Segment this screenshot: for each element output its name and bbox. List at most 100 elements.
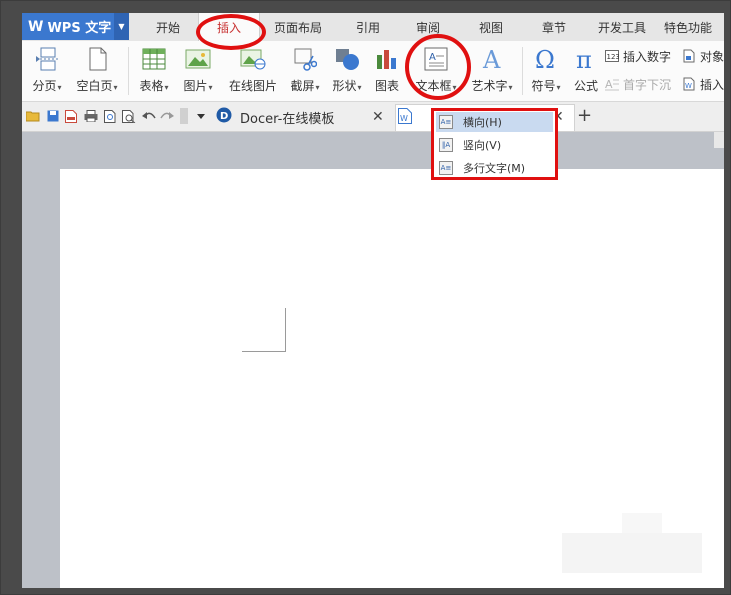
textbox-label: 文本框 [415, 79, 452, 93]
chevron-down-icon: ▾ [556, 83, 561, 92]
page-break-button[interactable]: 分页▾ [26, 43, 68, 97]
chevron-down-icon: ▾ [57, 83, 62, 92]
ribbon-divider [522, 47, 523, 95]
object-button[interactable]: 对象 [682, 47, 724, 65]
blank-page-label: 空白页 [76, 79, 113, 93]
shape-label: 形状 [332, 79, 357, 93]
textbox-button[interactable]: A 文本框▾ [410, 43, 462, 97]
online-picture-label: 在线图片 [228, 79, 277, 93]
redo-icon[interactable] [160, 109, 174, 123]
textbox-icon: A [422, 45, 450, 73]
chevron-down-icon: ▾ [113, 83, 118, 92]
chart-button[interactable]: 图表 [372, 43, 402, 97]
wordart-button[interactable]: A 艺术字▾ [467, 43, 517, 97]
save-icon[interactable] [46, 109, 60, 123]
print-icon[interactable] [84, 109, 98, 123]
svg-text:A: A [605, 78, 613, 91]
quick-access-toolbar: D Docer-在线模板 ✕ W ✕ + [22, 102, 724, 132]
svg-text:π: π [576, 46, 592, 72]
dropcap-label: 首字下沉 [623, 77, 672, 92]
chevron-down-icon[interactable]: ▼ [114, 13, 129, 40]
export-pdf-icon[interactable] [64, 109, 78, 123]
screenshot-label: 截屏 [290, 79, 315, 93]
undo-icon[interactable] [142, 109, 156, 123]
formula-button[interactable]: π 公式 [570, 43, 602, 97]
number-icon: 123 [605, 49, 619, 63]
dropcap-button[interactable]: A 首字下沉 [605, 75, 671, 93]
customize-toolbar-icon[interactable] [194, 109, 208, 123]
page-break-label: 分页 [32, 79, 57, 93]
insert-number-button[interactable]: 123 插入数字 [605, 47, 671, 65]
insert-ribbon: 分页▾ 空白页▾ 表格▾ 图片▾ 在线图片 截屏▾ 形状▾ 图表 A 文本框▾ … [22, 41, 724, 102]
chevron-down-icon: ▾ [357, 83, 362, 92]
docer-logo-icon: D [216, 107, 232, 127]
shapes-icon [333, 45, 361, 73]
wordart-icon: A [478, 45, 506, 73]
ribbon-divider [128, 47, 129, 95]
chevron-down-icon: ▾ [208, 83, 213, 92]
tab-insert[interactable]: 插入 [198, 13, 260, 42]
bar-chart-icon [373, 45, 401, 73]
tab-view[interactable]: 视图 [465, 13, 517, 41]
chart-label: 图表 [374, 79, 399, 93]
multiline-textbox-icon: A≡ [439, 161, 453, 175]
shape-button[interactable]: 形状▾ [327, 43, 367, 97]
tab-special[interactable]: 特色功能 [664, 13, 724, 41]
page-margin-corner [285, 308, 286, 352]
table-button[interactable]: 表格▾ [134, 43, 174, 97]
online-picture-button[interactable]: 在线图片 [225, 43, 281, 97]
open-folder-icon[interactable] [26, 109, 40, 123]
menu-item-label: 横向(H) [463, 116, 502, 129]
svg-text:A: A [429, 52, 436, 63]
tab-review[interactable]: 审阅 [402, 13, 454, 41]
tab-chapter[interactable]: 章节 [528, 13, 580, 41]
screenshot-frame: W WPS 文字 ▼ 开始 插入 页面布局 引用 审阅 视图 章节 开发工具 特… [0, 0, 731, 595]
insert-more-label: 插入 [700, 77, 724, 92]
menu-item-vertical[interactable]: ‖A 竖向(V) [436, 135, 553, 155]
close-icon[interactable]: ✕ [372, 109, 384, 125]
menu-item-label: 竖向(V) [463, 139, 502, 152]
toolbar-separator [180, 108, 188, 124]
page-break-icon [33, 45, 61, 73]
symbol-button[interactable]: Ω 符号▾ [526, 43, 566, 97]
formula-label: 公式 [573, 79, 598, 93]
insert-number-label: 插入数字 [623, 49, 672, 64]
doc-tab-label: Docer-在线模板 [240, 111, 335, 127]
menu-item-label: 多行文字(M) [463, 162, 526, 175]
wps-window: W WPS 文字 ▼ 开始 插入 页面布局 引用 审阅 视图 章节 开发工具 特… [22, 13, 724, 588]
svg-text:A: A [482, 46, 501, 72]
tab-references[interactable]: 引用 [338, 13, 398, 41]
print-preview-icon[interactable] [104, 109, 118, 123]
symbol-label: 符号 [531, 79, 556, 93]
menu-item-horizontal[interactable]: A≡ 横向(H) [436, 112, 553, 132]
new-tab-plus-icon[interactable]: + [577, 105, 592, 126]
table-label: 表格 [139, 79, 164, 93]
doc-tab-docer[interactable]: D Docer-在线模板 [214, 104, 392, 130]
svg-text:Ω: Ω [535, 46, 555, 72]
object-label: 对象 [700, 49, 724, 64]
wps-logo-icon: W [28, 18, 44, 35]
tab-home[interactable]: 开始 [140, 13, 196, 41]
app-name: WPS 文字 [47, 21, 112, 36]
blank-page-button[interactable]: 空白页▾ [72, 43, 122, 97]
svg-text:W: W [400, 114, 408, 123]
omega-icon: Ω [532, 45, 560, 73]
vertical-textbox-icon: ‖A [439, 138, 453, 152]
tab-page-layout[interactable]: 页面布局 [262, 13, 334, 41]
svg-text:W: W [685, 82, 692, 90]
screenshot-button[interactable]: 截屏▾ [285, 43, 325, 97]
app-menu-button[interactable]: W WPS 文字 ▼ [22, 13, 129, 40]
chevron-down-icon: ▾ [164, 83, 169, 92]
spellcheck-icon[interactable] [122, 109, 136, 123]
insert-more-button[interactable]: W 插入 [682, 75, 724, 93]
watermark-area [622, 513, 662, 533]
horizontal-textbox-icon: A≡ [439, 115, 453, 129]
tab-developer[interactable]: 开发工具 [590, 13, 654, 41]
scroll-up-button[interactable] [714, 132, 724, 148]
picture-button[interactable]: 图片▾ [178, 43, 218, 97]
svg-text:123: 123 [607, 53, 620, 61]
blank-page-icon [83, 45, 111, 73]
menu-item-multiline[interactable]: A≡ 多行文字(M) [436, 158, 553, 178]
scissors-icon [291, 45, 319, 73]
textbox-dropdown-menu: A≡ 横向(H) ‖A 竖向(V) A≡ 多行文字(M) [431, 108, 558, 180]
